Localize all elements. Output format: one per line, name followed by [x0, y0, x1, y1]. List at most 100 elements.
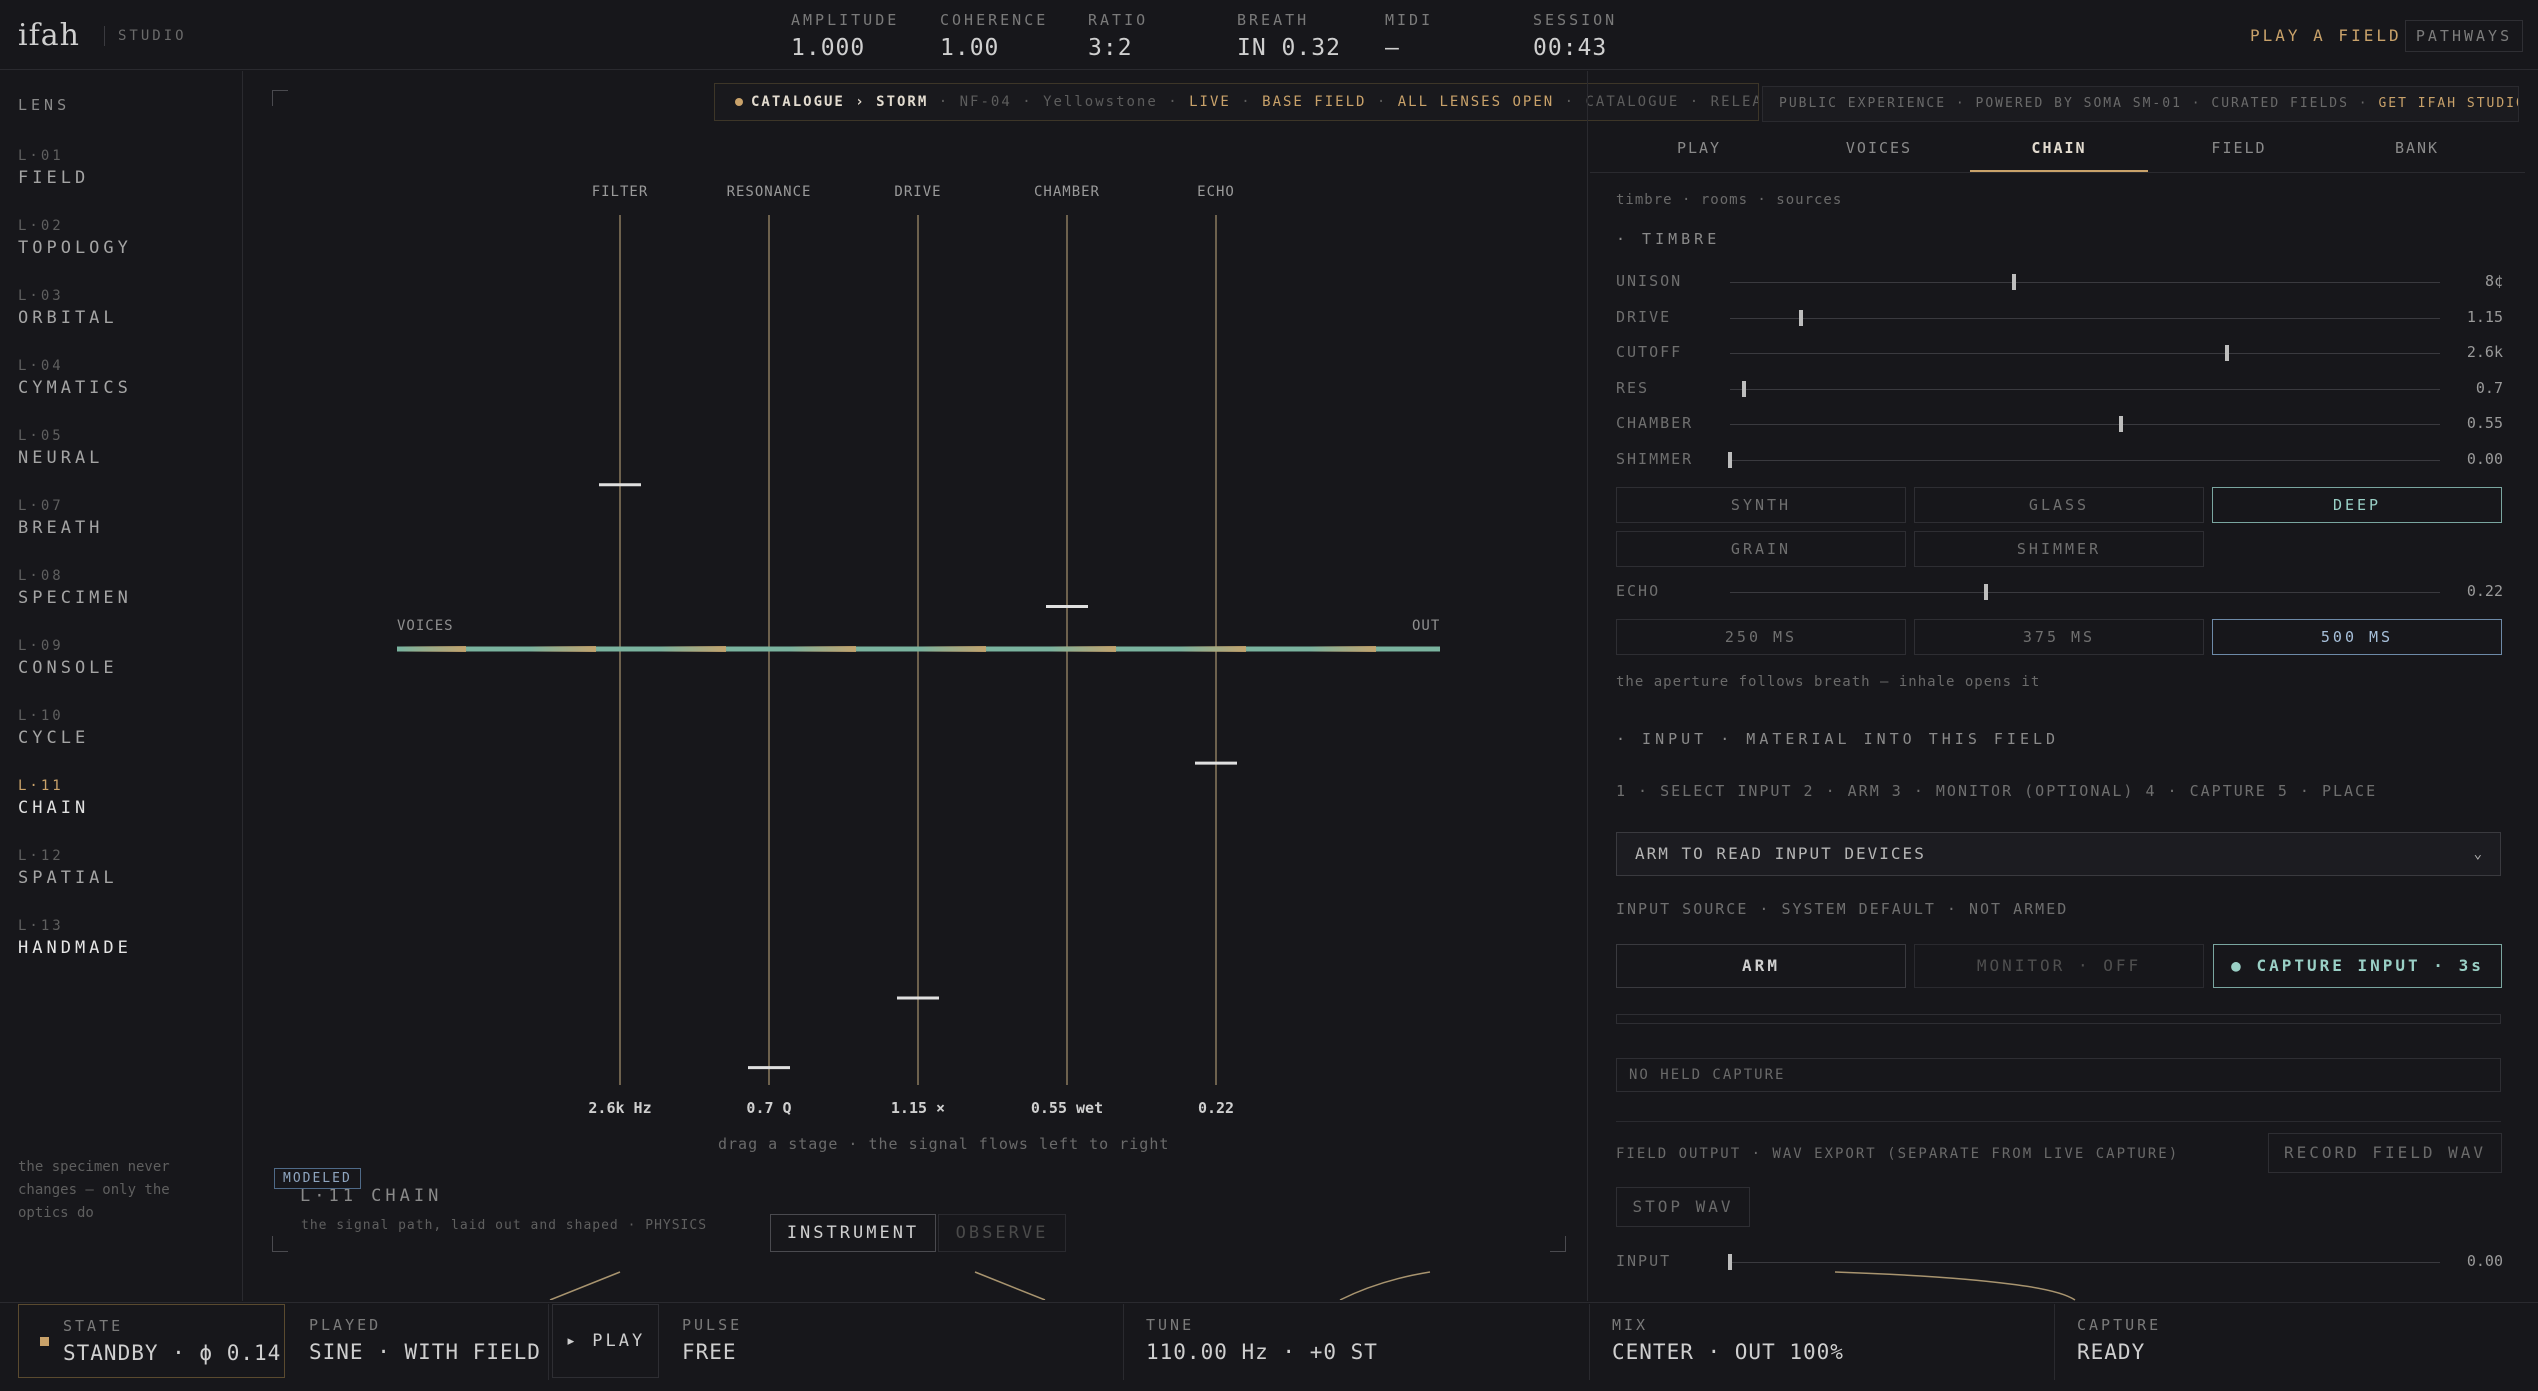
shimmer-slider[interactable] [1728, 452, 2440, 468]
input-device-select[interactable]: ARM TO READ INPUT DEVICES ⌄ [1616, 832, 2501, 876]
signal-pulse [1180, 646, 1246, 652]
slider-thumb[interactable] [1742, 381, 1747, 397]
echo-slider[interactable] [1730, 584, 2440, 600]
played-label: PLAYED [309, 1316, 382, 1334]
divider [1616, 1121, 2501, 1122]
input-level-slider[interactable] [1728, 1254, 2440, 1270]
tune-value: 110.00 Hz · +0 ST [1146, 1340, 1378, 1364]
instrument-mode-button[interactable]: INSTRUMENT [770, 1214, 936, 1252]
slider-thumb[interactable] [1728, 452, 1732, 468]
mix-cell[interactable]: MIX CENTER · OUT 100% [1592, 1304, 2055, 1380]
slider-thumb[interactable] [2118, 416, 2123, 432]
input-source-status: INPUT SOURCE · SYSTEM DEFAULT · NOT ARME… [1616, 900, 2069, 918]
res-slider[interactable] [1730, 381, 2440, 397]
chamber-slider[interactable] [1730, 416, 2440, 432]
slider-thumb[interactable] [1983, 584, 1988, 600]
unison-label: UNISON [1616, 272, 1683, 290]
tab-play[interactable]: PLAY [1610, 136, 1788, 172]
preset-shimmer[interactable]: SHIMMER [1914, 531, 2204, 567]
signal-pulse [1310, 646, 1376, 652]
preset-synth[interactable]: SYNTH [1616, 487, 1906, 523]
signal-pulse [1050, 646, 1116, 652]
connector-curve [974, 1271, 1046, 1300]
signal-pulse [400, 646, 466, 652]
pulse-value: FREE [682, 1340, 737, 1364]
tab-chain[interactable]: CHAIN [1970, 136, 2148, 172]
pulse-label: PULSE [682, 1316, 743, 1334]
stage-label-resonance: RESONANCE [726, 184, 812, 200]
mix-label: MIX [1612, 1316, 1649, 1334]
preset-deep[interactable]: DEEP [2212, 487, 2502, 523]
stage-value-filter: 2.6k Hz [588, 1099, 652, 1117]
record-field-wav-button[interactable]: RECORD FIELD WAV [2268, 1133, 2502, 1173]
cutoff-label: CUTOFF [1616, 343, 1683, 361]
echo-time-375[interactable]: 375 MS [1914, 619, 2204, 655]
input-section-title[interactable]: · INPUT · MATERIAL INTO THIS FIELD [1616, 730, 2059, 748]
unison-value: 8¢ [2484, 272, 2503, 290]
capture-progress-bar [1616, 1014, 2501, 1024]
chevron-down-icon: ⌄ [2473, 846, 2484, 862]
stage-value-resonance: 0.7 Q [746, 1099, 792, 1117]
held-capture-slot: NO HELD CAPTURE [1616, 1058, 2501, 1092]
signal-pulse [790, 646, 856, 652]
arm-button[interactable]: ARM [1616, 944, 1906, 988]
drive-slider[interactable] [1730, 310, 2440, 326]
res-value: 0.7 [2475, 379, 2503, 397]
echo-time-250[interactable]: 250 MS [1616, 619, 1906, 655]
preset-glass[interactable]: GLASS [1914, 487, 2204, 523]
stage-label-chamber: CHAMBER [1033, 184, 1100, 200]
public-experience-bar: PUBLIC EXPERIENCE · POWERED BY SOMA SM-0… [1762, 86, 2519, 122]
connector-curve [1339, 1271, 1431, 1300]
out-label: OUT [1412, 618, 1441, 634]
preset-grain[interactable]: GRAIN [1616, 531, 1906, 567]
state-label: STATE [63, 1317, 124, 1335]
signal-pulse [920, 646, 986, 652]
play-a-field-link[interactable]: PLAY A FIELD [2250, 26, 2402, 45]
tune-cell[interactable]: TUNE 110.00 Hz · +0 ST [1126, 1304, 1590, 1380]
monitor-button[interactable]: MONITOR · OFF [1914, 944, 2204, 988]
tab-field[interactable]: FIELD [2150, 136, 2328, 172]
tab-bank[interactable]: BANK [2328, 136, 2506, 172]
field-output-label: FIELD OUTPUT · WAV EXPORT (SEPARATE FROM… [1616, 1146, 2180, 1162]
tabs-divider [1590, 172, 2525, 173]
pathways-button[interactable]: PATHWAYS [2405, 20, 2523, 52]
echo-time-500[interactable]: 500 MS [2212, 619, 2502, 655]
input-level-label: INPUT [1616, 1252, 1672, 1270]
input-steps: 1 · SELECT INPUT 2 · ARM 3 · MONITOR (OP… [1616, 782, 2378, 800]
slider-thumb[interactable] [2225, 345, 2229, 361]
drive-value: 1.15 [2466, 308, 2503, 326]
shimmer-label: SHIMMER [1616, 450, 1694, 468]
drive-label: DRIVE [1616, 308, 1672, 326]
get-studio-link[interactable]: GET IFAH STUDIO → [2378, 96, 2518, 111]
modeled-badge: MODELED [274, 1168, 361, 1189]
lens-title-chain: L·11 CHAIN [300, 1186, 443, 1206]
stage-label-filter: FILTER [591, 184, 649, 200]
slider-thumb[interactable] [1728, 1254, 1732, 1270]
played-value: SINE · WITH FIELD [309, 1340, 541, 1364]
echo-value: 0.22 [2466, 582, 2503, 600]
stage-value-chamber: 0.55 wet [1030, 1099, 1104, 1117]
capture-value: READY [2077, 1340, 2146, 1364]
echo-label: ECHO [1616, 582, 1661, 600]
state-value: STANDBY · ϕ 0.14 [63, 1341, 282, 1365]
pulse-cell[interactable]: PULSE FREE [662, 1304, 1124, 1380]
slider-thumb[interactable] [2012, 274, 2016, 290]
stop-wav-button[interactable]: STOP WAV [1616, 1187, 1750, 1227]
slider-thumb[interactable] [1799, 310, 1803, 326]
tab-voices[interactable]: VOICES [1790, 136, 1968, 172]
unison-slider[interactable] [1730, 274, 2440, 290]
play-button[interactable]: ▸ PLAY [552, 1304, 659, 1378]
stage-label-echo: ECHO [1197, 184, 1235, 200]
cutoff-value: 2.6k [2466, 343, 2503, 361]
stage-label-drive: DRIVE [894, 184, 942, 200]
capture-input-button[interactable]: ● CAPTURE INPUT · 3s [2213, 944, 2502, 988]
drag-hint: drag a stage · the signal flows left to … [718, 1135, 1170, 1153]
connector-curve [549, 1271, 621, 1300]
cutoff-slider[interactable] [1730, 345, 2440, 361]
timbre-section-title[interactable]: · TIMBRE [1616, 230, 1720, 248]
state-cell[interactable]: STATE STANDBY · ϕ 0.14 [18, 1304, 285, 1378]
stage-value-echo: 0.22 [1197, 1099, 1235, 1117]
lens-subtitle: the signal path, laid out and shaped · P… [301, 1218, 708, 1233]
capture-label: CAPTURE [2077, 1316, 2162, 1334]
observe-mode-button[interactable]: OBSERVE [938, 1214, 1066, 1252]
